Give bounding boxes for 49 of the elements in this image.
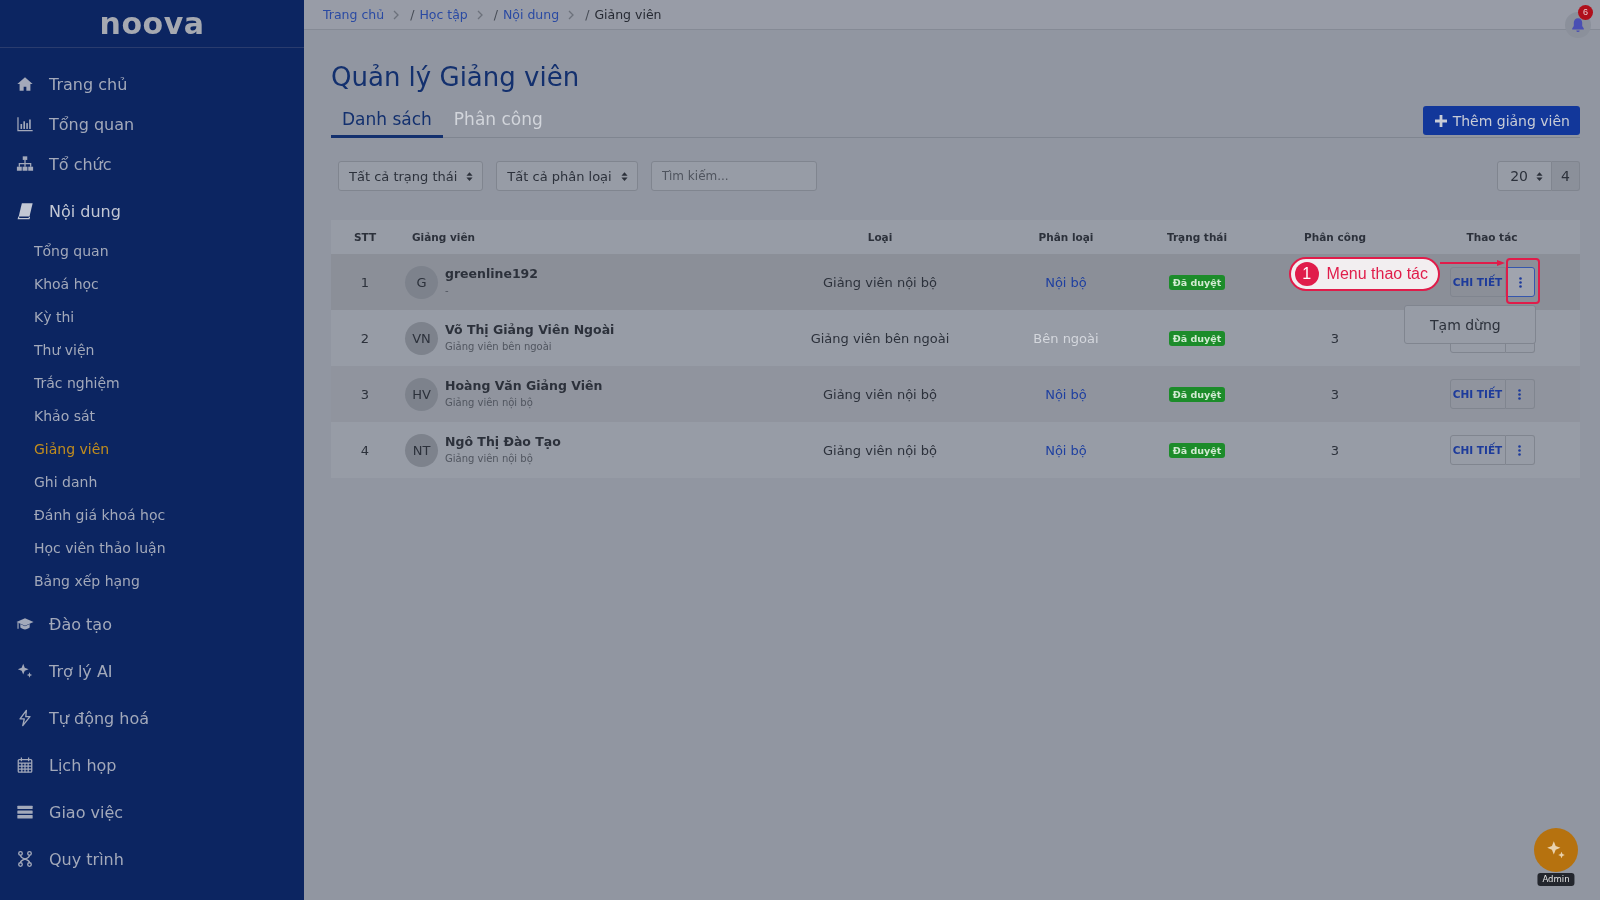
avatar: HV bbox=[405, 377, 438, 411]
category-label: Bên ngoài bbox=[1033, 330, 1099, 346]
column-header: STT bbox=[353, 231, 377, 243]
role-tag: Admin bbox=[1537, 873, 1575, 886]
breadcrumb-separator: / bbox=[493, 7, 498, 22]
row-number: 2 bbox=[360, 330, 370, 346]
teacher-subtitle: Giảng viên bên ngoài bbox=[445, 340, 553, 354]
column-header: Phân công bbox=[1304, 231, 1366, 243]
breadcrumb-separator: / bbox=[585, 7, 590, 22]
avatar: VN bbox=[405, 321, 438, 355]
teacher-type: Giảng viên nội bộ bbox=[822, 386, 938, 402]
notification-count: 6 bbox=[1578, 5, 1593, 20]
teacher-name: Ngô Thị Đào Tạo bbox=[445, 434, 561, 450]
column-header: Giảng viên bbox=[412, 231, 475, 243]
column-header: Trạng thái bbox=[1166, 231, 1228, 243]
category-label: Nội bộ bbox=[1045, 386, 1087, 402]
row-number: 1 bbox=[360, 274, 370, 290]
teacher-subtitle: Giảng viên nội bộ bbox=[445, 452, 534, 466]
teacher-name: Hoàng Văn Giảng Viên bbox=[445, 378, 603, 394]
assignment-count: 3 bbox=[1330, 386, 1340, 402]
logo: noova bbox=[99, 6, 205, 41]
status-badge: Đã duyệt bbox=[1168, 330, 1226, 346]
teacher-type: Giảng viên nội bộ bbox=[822, 442, 938, 458]
breadcrumb-current: Giảng viên bbox=[594, 7, 662, 22]
assignment-count: 3 bbox=[1330, 330, 1340, 346]
column-header: Thao tác bbox=[1466, 231, 1518, 243]
avatar: NT bbox=[405, 433, 438, 467]
teacher-subtitle: Giảng viên nội bộ bbox=[445, 396, 534, 410]
category-label: Nội bộ bbox=[1045, 274, 1087, 290]
status-badge: Đã duyệt bbox=[1168, 442, 1226, 458]
column-header: Loại bbox=[867, 231, 893, 243]
row-number: 4 bbox=[360, 442, 370, 458]
teacher-name: greenline192 bbox=[445, 266, 538, 282]
column-header: Phân loại bbox=[1038, 231, 1094, 243]
callout-text: Menu thao tác bbox=[1326, 265, 1428, 283]
teacher-type: Giảng viên nội bộ bbox=[822, 274, 938, 290]
status-badge: Đã duyệt bbox=[1168, 274, 1226, 290]
teacher-name: Võ Thị Giảng Viên Ngoài bbox=[445, 322, 615, 338]
step-number: 1 bbox=[1294, 262, 1319, 286]
teacher-type: Giảng viên bên ngoài bbox=[810, 330, 950, 346]
total-count: 4 bbox=[1552, 161, 1580, 191]
teacher-subtitle: - bbox=[445, 284, 450, 298]
page-title: Quản lý Giảng viên bbox=[331, 61, 580, 93]
row-number: 3 bbox=[360, 386, 370, 402]
avatar: G bbox=[405, 265, 438, 299]
breadcrumb-separator: / bbox=[410, 7, 415, 22]
status-badge: Đã duyệt bbox=[1168, 386, 1226, 402]
category-label: Nội bộ bbox=[1045, 442, 1087, 458]
assignment-count: 3 bbox=[1330, 442, 1340, 458]
